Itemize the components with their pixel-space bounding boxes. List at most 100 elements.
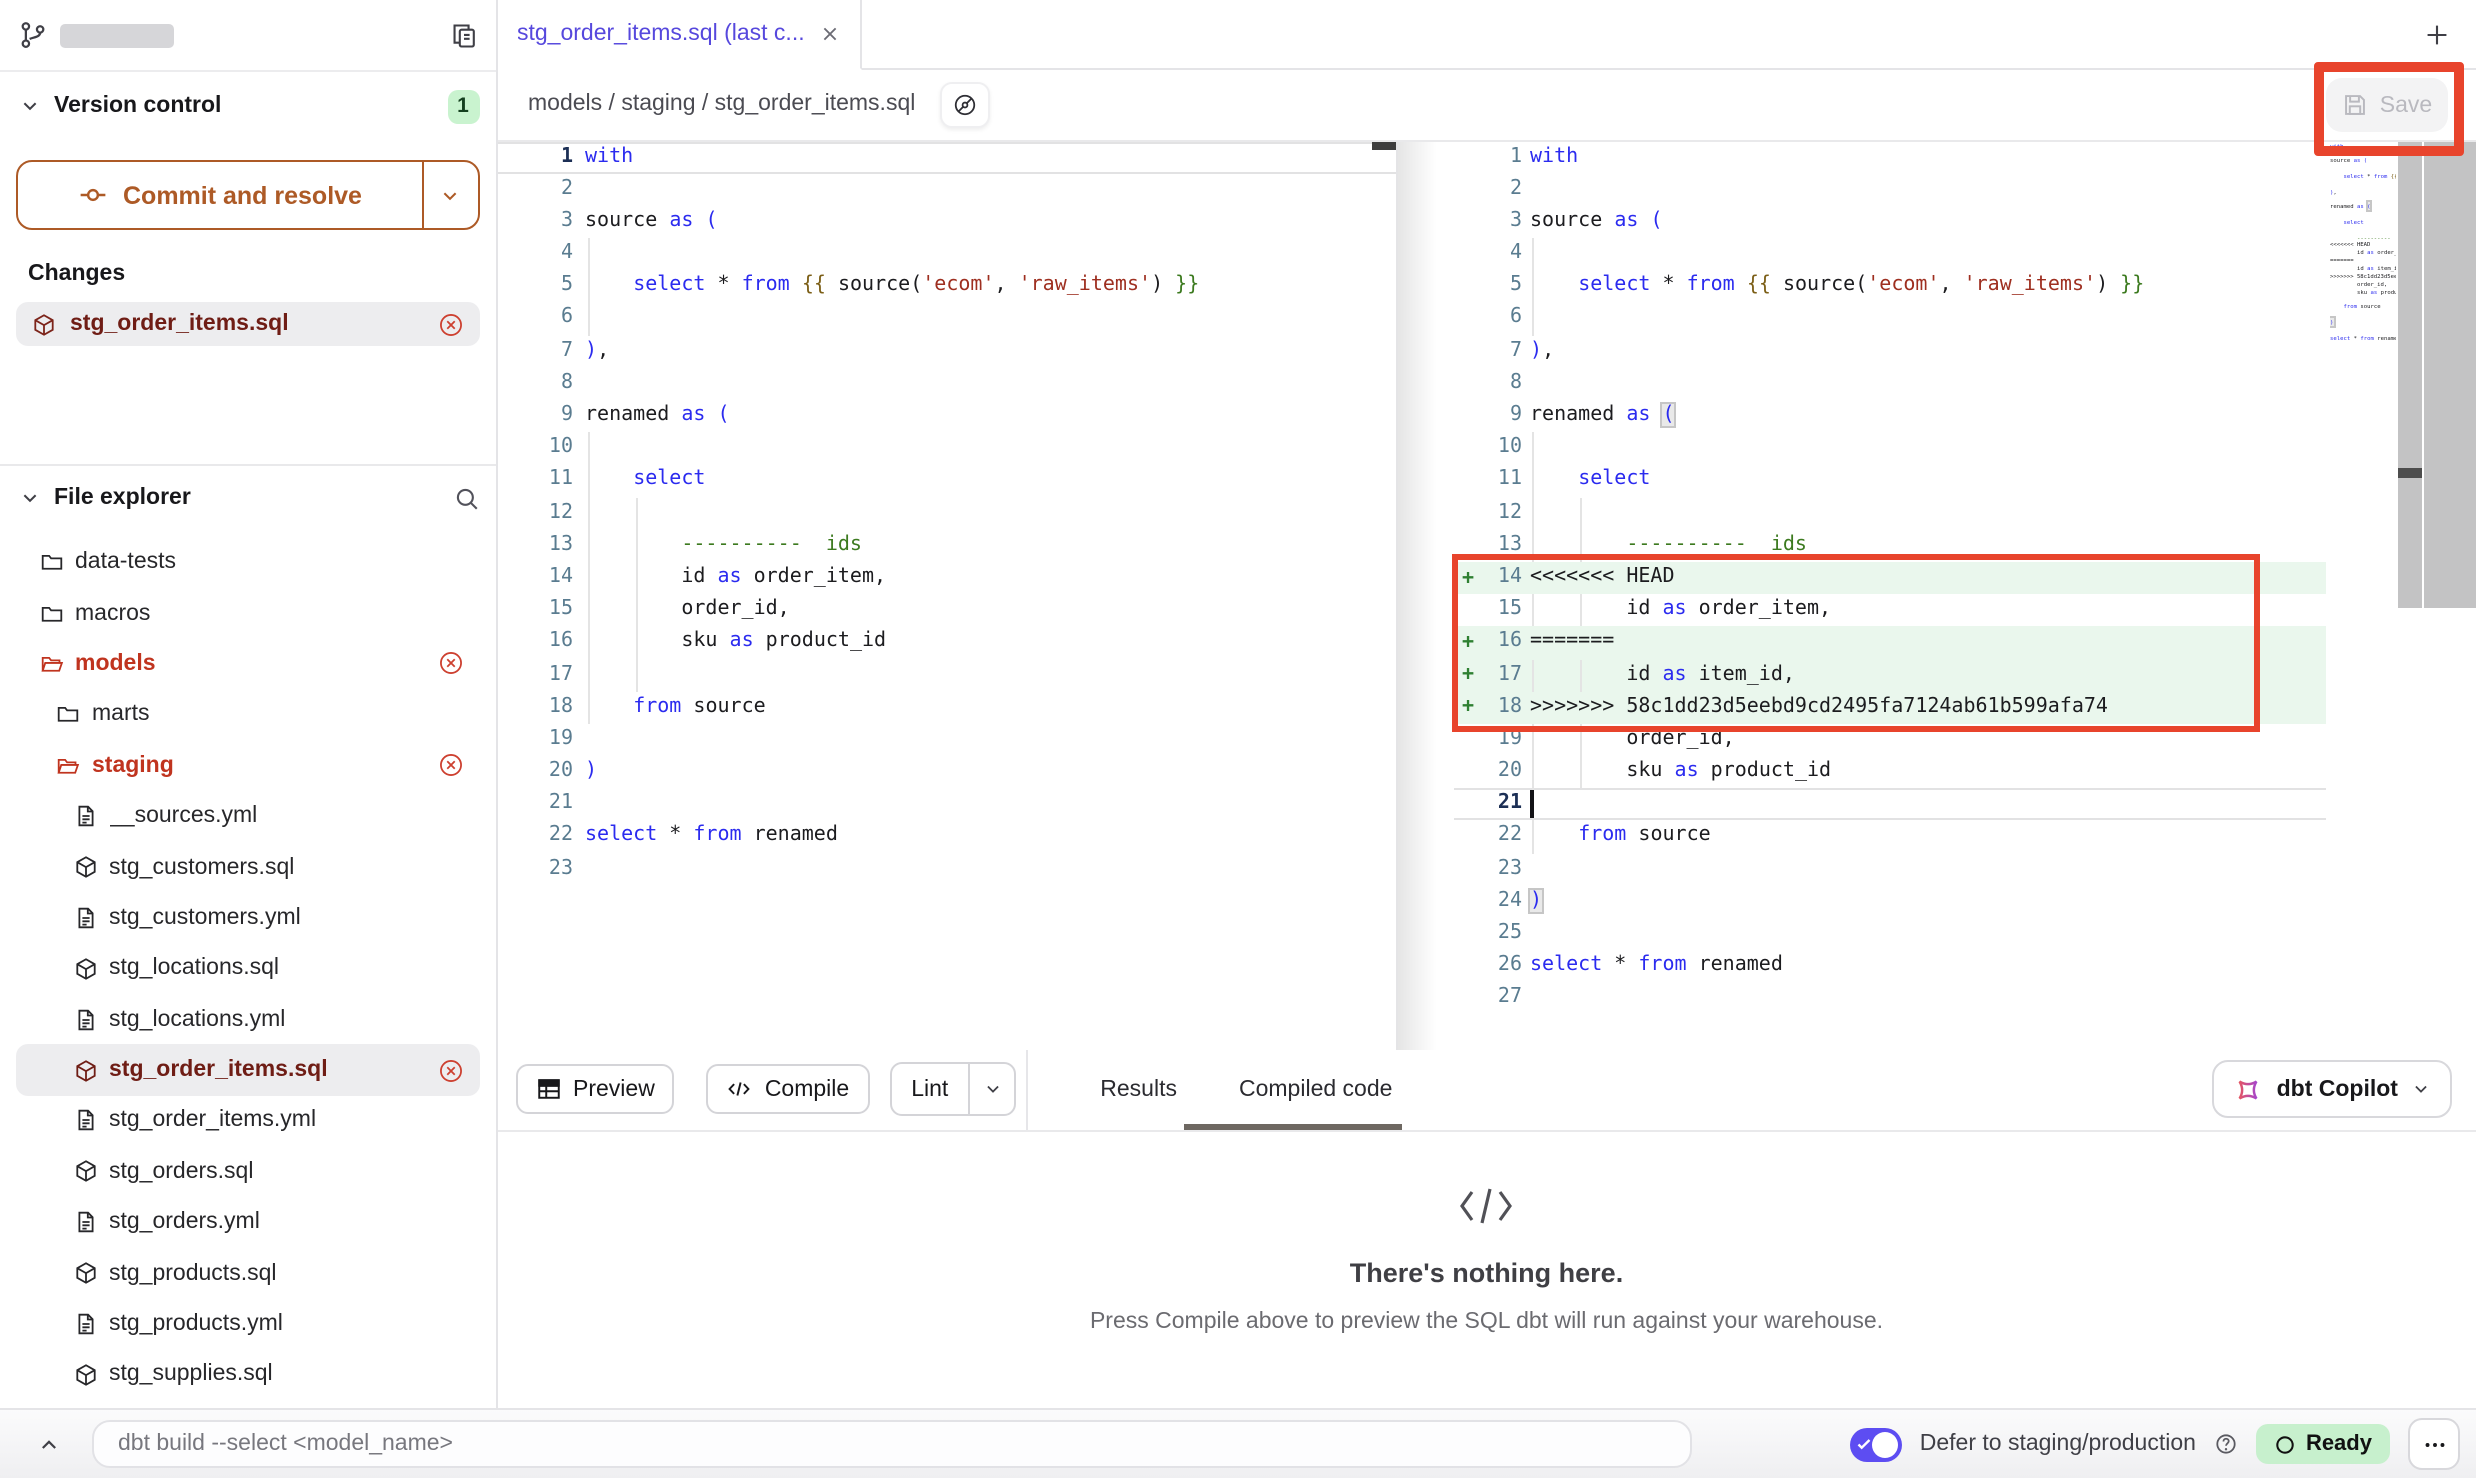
preview-button[interactable]: Preview xyxy=(515,1064,675,1114)
line-number: 2 xyxy=(1488,173,1522,205)
indent-guide xyxy=(587,303,589,335)
tree-item-stg_customers.yml[interactable]: stg_customers.yml xyxy=(16,892,479,943)
left-pane-scrollbar-thumb[interactable] xyxy=(1371,141,1395,149)
pane-divider-shadow xyxy=(1397,141,1449,1049)
dbt-copilot-button[interactable]: dbt Copilot xyxy=(2213,1060,2452,1118)
tree-item-__sources.yml[interactable]: __sources.yml xyxy=(16,791,479,842)
tree-item-staging[interactable]: staging xyxy=(16,740,479,791)
line-number: 22 xyxy=(497,821,573,853)
indent-guide xyxy=(1532,238,1534,270)
code-text: with xyxy=(1530,141,1578,173)
toolbar-divider xyxy=(1026,1049,1028,1129)
code-line-left-10: 10 xyxy=(497,432,1395,464)
version-control-title: Version control xyxy=(54,94,221,118)
version-control-header[interactable]: Version control 1 xyxy=(0,72,495,140)
chevron-down-icon[interactable] xyxy=(20,96,40,116)
discard-icon[interactable] xyxy=(437,311,463,337)
lineage-button[interactable] xyxy=(939,81,989,127)
window-scrollbar[interactable] xyxy=(2424,141,2476,607)
copilot-label: dbt Copilot xyxy=(2277,1077,2398,1101)
code-line-right-27: 27 xyxy=(1454,983,2326,1015)
commit-and-resolve-button[interactable]: Commit and resolve xyxy=(16,160,479,230)
lint-dropdown[interactable] xyxy=(968,1064,1014,1114)
line-number: 21 xyxy=(497,789,573,821)
tab-compiled-code[interactable]: Compiled code xyxy=(1239,1077,1392,1101)
tree-item-stg_orders.sql[interactable]: stg_orders.sql xyxy=(16,1146,479,1197)
scrollbar-thumb[interactable] xyxy=(2398,467,2421,477)
branch-header[interactable] xyxy=(0,0,495,72)
active-tab-underline xyxy=(1184,1123,1402,1129)
code-line-right-21: 21 xyxy=(1454,789,2326,821)
line-number: 11 xyxy=(1488,465,1522,497)
tab-results[interactable]: Results xyxy=(1100,1077,1177,1101)
defer-toggle[interactable] xyxy=(1850,1427,1902,1461)
tree-item-stg_order_items.sql[interactable]: stg_order_items.sql xyxy=(16,1045,479,1096)
tree-item-stg_customers.sql[interactable]: stg_customers.sql xyxy=(16,842,479,893)
tree-item-stg_locations.sql[interactable]: stg_locations.sql xyxy=(16,943,479,994)
minimap[interactable]: with source as ( select * from {{ source… xyxy=(2330,143,2396,363)
copy-icon[interactable] xyxy=(449,21,477,49)
model-icon xyxy=(73,854,97,880)
tree-item-stg_supplies.sql[interactable]: stg_supplies.sql xyxy=(16,1350,479,1401)
folder-open-icon xyxy=(39,652,63,676)
tree-item-data-tests[interactable]: data-tests xyxy=(16,537,479,588)
line-number: 12 xyxy=(497,497,573,529)
tree-item-stg_locations.yml[interactable]: stg_locations.yml xyxy=(16,994,479,1045)
diff-editor[interactable]: 1with23source as (45 select * from {{ so… xyxy=(497,139,2476,1049)
code-line-right-6: 6 xyxy=(1454,303,2326,335)
editor-pane-original[interactable]: 1with23source as (45 select * from {{ so… xyxy=(497,141,1397,1049)
code-line-left-3: 3source as ( xyxy=(497,206,1395,238)
tree-item-label: stg_order_items.yml xyxy=(109,1109,316,1133)
indent-guide xyxy=(1580,659,1582,691)
chevron-up-icon[interactable] xyxy=(26,1422,70,1466)
code-line-right-5: 5 select * from {{ source('ecom', 'raw_i… xyxy=(1454,271,2326,303)
tree-item-macros[interactable]: macros xyxy=(16,588,479,639)
line-number: 7 xyxy=(1488,335,1522,367)
status-circle-icon xyxy=(2274,1433,2296,1455)
code-line-right-22: 22 from source xyxy=(1454,821,2326,853)
indent-guide xyxy=(587,432,589,464)
lint-button[interactable]: Lint xyxy=(891,1064,968,1114)
editor-pane-current[interactable]: 1with23source as (45 select * from {{ so… xyxy=(1454,141,2326,1049)
more-options-button[interactable] xyxy=(2408,1418,2460,1470)
indent-guide xyxy=(587,594,589,626)
tab-stg-order-items[interactable]: stg_order_items.sql (last c... xyxy=(497,0,863,70)
editor-scrollbar[interactable] xyxy=(2398,141,2421,607)
changes-count-badge: 1 xyxy=(447,89,479,123)
tree-item-marts[interactable]: marts xyxy=(16,689,479,740)
model-icon xyxy=(73,956,97,982)
tree-item-stg_orders.yml[interactable]: stg_orders.yml xyxy=(16,1197,479,1248)
empty-state-subtitle: Press Compile above to preview the SQL d… xyxy=(1090,1309,1883,1333)
discard-icon[interactable] xyxy=(437,1057,463,1083)
compile-button[interactable]: Compile xyxy=(707,1064,869,1114)
changed-file-stg_order_items.sql[interactable]: stg_order_items.sql xyxy=(16,302,479,346)
sidebar: Version control 1 Commit and resolve Cha… xyxy=(0,0,497,1408)
tree-item-stg_products.yml[interactable]: stg_products.yml xyxy=(16,1299,479,1350)
status-badge-ready[interactable]: Ready xyxy=(2256,1424,2390,1464)
help-icon[interactable] xyxy=(2214,1432,2238,1456)
code-line-left-16: 16 sku as product_id xyxy=(497,627,1395,659)
chevron-down-icon[interactable] xyxy=(20,488,40,508)
file-explorer-header[interactable]: File explorer xyxy=(0,465,495,531)
tree-item-label: stg_orders.sql xyxy=(109,1160,253,1184)
tree-item-models[interactable]: models xyxy=(16,639,479,690)
line-number: 19 xyxy=(497,724,573,756)
tree-item-stg_products.sql[interactable]: stg_products.sql xyxy=(16,1248,479,1299)
tab-title: stg_order_items.sql (last c... xyxy=(517,22,805,46)
commit-options-dropdown[interactable] xyxy=(421,162,477,228)
discard-icon[interactable] xyxy=(437,753,463,779)
code-text: order_id, xyxy=(1530,724,1735,756)
save-button[interactable]: Save xyxy=(2326,78,2448,132)
close-icon[interactable] xyxy=(821,24,841,44)
lineage-compass-icon xyxy=(951,91,977,117)
discard-icon[interactable] xyxy=(437,651,463,677)
new-tab-plus-icon[interactable] xyxy=(2424,22,2450,48)
search-icon[interactable] xyxy=(453,485,479,511)
code-text: select xyxy=(1530,465,1650,497)
command-input[interactable] xyxy=(92,1420,1692,1468)
line-number: 14 xyxy=(497,562,573,594)
tree-item-label: stg_order_items.sql xyxy=(109,1058,328,1082)
tree-item-stg_order_items.yml[interactable]: stg_order_items.yml xyxy=(16,1096,479,1147)
code-text: select * from renamed xyxy=(585,821,838,853)
line-number: 20 xyxy=(497,756,573,788)
